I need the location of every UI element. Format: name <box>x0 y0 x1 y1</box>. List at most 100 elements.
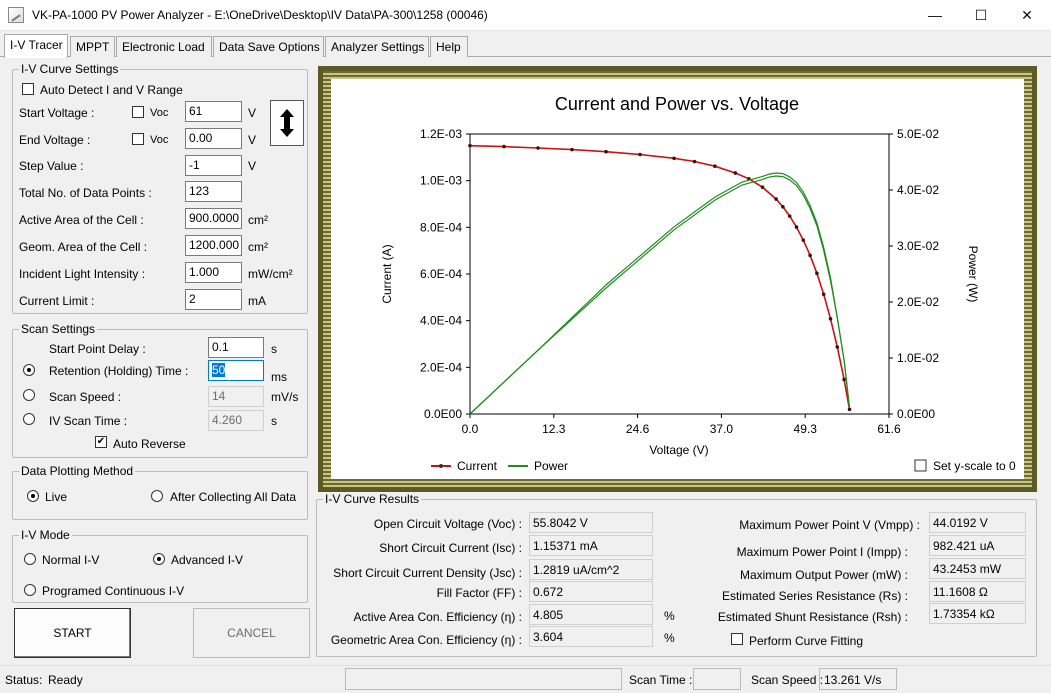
set-yscale-label: Set y-scale to 0 <box>933 459 1016 473</box>
plot-after-radio[interactable] <box>151 490 163 502</box>
y-tick-label: 2.0E-04 <box>420 360 462 374</box>
isc-value: 1.15371 mA <box>529 535 653 556</box>
scan-speed-input[interactable]: 14 <box>208 386 264 407</box>
tab-iv-tracer[interactable]: I-V Tracer <box>4 34 68 58</box>
retention-label: Retention (Holding) Time : <box>49 364 189 378</box>
swap-voltage-button[interactable] <box>270 100 304 146</box>
y2-tick-label: 3.0E-02 <box>897 239 939 253</box>
auto-reverse-checkbox[interactable]: ✔ <box>95 436 107 448</box>
set-yscale-checkbox[interactable] <box>914 459 927 472</box>
current-data-point <box>801 238 806 242</box>
minimize-button[interactable]: — <box>912 0 958 31</box>
scan-speed-label: Scan Speed : <box>751 673 824 687</box>
maximize-button[interactable]: ☐ <box>958 0 1004 31</box>
retention-value: 50 <box>212 363 226 377</box>
continuous-iv-radio[interactable] <box>24 584 36 596</box>
current-data-point <box>794 225 799 229</box>
start-delay-input[interactable]: 0.1 <box>208 337 264 358</box>
start-voltage-input[interactable]: 61 <box>185 101 242 122</box>
end-voltage-label: End Voltage : <box>19 133 91 147</box>
geom-area-input[interactable]: 1200.000 <box>185 235 242 256</box>
voc-value: 55.8042 V <box>529 512 653 533</box>
geom-eff-value: 3.604 <box>529 626 653 647</box>
power-series-line <box>469 175 851 415</box>
legend-power-label: Power <box>534 459 568 473</box>
tab-electronic-load[interactable]: Electronic Load <box>116 36 212 57</box>
pmax-value: 43.2453 mW <box>929 558 1026 579</box>
step-value-label: Step Value : <box>19 159 84 173</box>
plot-live-label: Live <box>45 490 68 504</box>
scan-speed-radio[interactable] <box>23 389 35 401</box>
current-data-point <box>713 164 717 168</box>
status-value: Ready <box>48 673 83 687</box>
current-data-point <box>842 377 846 382</box>
curve-fitting-checkbox[interactable] <box>731 633 743 645</box>
start-delay-label: Start Point Delay : <box>49 342 146 356</box>
active-area-input[interactable]: 900.0000 <box>185 208 242 229</box>
geom-eff-label: Geometric Area Con. Efficiency (η) : <box>330 633 522 647</box>
tab-help[interactable]: Help <box>430 36 468 57</box>
plot-after-label: After Collecting All Data <box>170 490 297 504</box>
retention-input[interactable]: 50 <box>208 360 264 381</box>
current-data-point <box>774 197 778 201</box>
scan-speed-label: Scan Speed : <box>49 390 122 404</box>
start-voc-checkbox[interactable] <box>132 106 144 118</box>
current-data-point <box>781 205 785 209</box>
pmax-label: Maximum Output Power (mW) : <box>739 568 908 582</box>
cancel-button[interactable]: CANCEL <box>193 608 310 658</box>
chart-title: Current and Power vs. Voltage <box>555 94 799 114</box>
current-data-point <box>604 149 608 154</box>
status-label: Status: <box>5 673 43 687</box>
step-value-input[interactable]: -1 <box>185 155 242 176</box>
tab-mppt[interactable]: MPPT <box>70 36 115 57</box>
close-button[interactable]: ✕ <box>1004 0 1050 31</box>
vmpp-label: Maximum Power Point V (Vmpp) : <box>739 518 920 532</box>
isc-label: Short Circuit Current (Isc) : <box>379 541 522 555</box>
advanced-iv-radio[interactable] <box>153 553 165 565</box>
tab-analyzer-settings[interactable]: Analyzer Settings <box>325 36 429 57</box>
current-data-point <box>847 407 852 412</box>
end-voc-checkbox[interactable] <box>132 133 144 145</box>
auto-detect-label: Auto Detect I and V Range <box>40 83 183 97</box>
start-button[interactable]: START <box>14 608 131 658</box>
active-area-unit: cm² <box>248 213 268 227</box>
retention-radio[interactable] <box>23 364 35 376</box>
iv-chart: Current and Power vs. Voltage 0.0 12.3 24.… <box>380 94 1016 473</box>
iv-scan-time-radio[interactable] <box>23 413 35 425</box>
total-points-input[interactable]: 123 <box>185 181 242 202</box>
current-data-point <box>828 317 833 321</box>
progress-bar <box>345 668 622 690</box>
plot-live-radio[interactable] <box>27 490 39 502</box>
end-voc-label: Voc <box>150 134 169 146</box>
x-tick-label: 49.3 <box>794 422 818 436</box>
x-tick-label: 0.0 <box>462 422 479 436</box>
y2-tick-label: 2.0E-02 <box>897 295 939 309</box>
chart-panel: Current and Power vs. Voltage 0.0 12.3 24.… <box>331 79 1024 479</box>
plot-area <box>469 133 890 415</box>
x-axis-label: Voltage (V) <box>649 443 708 457</box>
current-limit-input[interactable]: 2 <box>185 289 242 310</box>
rs-value: 11.1608 Ω <box>929 581 1026 602</box>
auto-reverse-label: Auto Reverse <box>113 437 186 451</box>
end-voltage-input[interactable]: 0.00 <box>185 128 242 149</box>
up-down-arrow-icon <box>280 109 294 137</box>
geom-area-label: Geom. Area of the Cell : <box>19 240 148 254</box>
normal-iv-label: Normal I-V <box>42 553 100 567</box>
total-points-label: Total No. of Data Points : <box>19 186 152 200</box>
iv-scan-time-unit: s <box>271 414 277 428</box>
tab-data-save-options[interactable]: Data Save Options <box>213 36 324 57</box>
step-value-unit: V <box>248 159 257 173</box>
jsc-label: Short Circuit Current Density (Jsc) : <box>333 566 522 580</box>
x-tick-label: 61.6 <box>877 422 901 436</box>
normal-iv-radio[interactable] <box>24 553 36 565</box>
advanced-iv-label: Advanced I-V <box>171 553 244 567</box>
iv-scan-time-input[interactable]: 4.260 <box>208 410 264 431</box>
status-bar: Status: Ready Scan Time : Scan Speed : 1… <box>0 665 1051 693</box>
jsc-value: 1.2819 uA/cm^2 <box>529 559 653 580</box>
current-data-point <box>808 253 812 258</box>
auto-detect-checkbox[interactable] <box>22 83 34 95</box>
y-tick-label: 6.0E-04 <box>420 267 462 281</box>
y-tick-label: 0.0E00 <box>424 407 462 421</box>
light-intensity-input[interactable]: 1.000 <box>185 262 242 283</box>
iv-scan-time-label: IV Scan Time : <box>49 414 128 428</box>
